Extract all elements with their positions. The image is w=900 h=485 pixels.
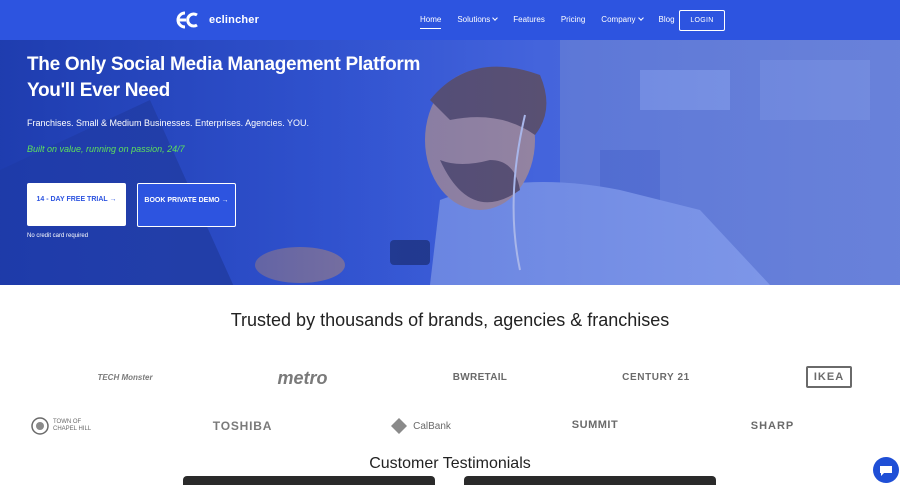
logo-summit-text: SUMMIT (571, 419, 619, 431)
calbank-mark-icon (391, 418, 408, 434)
logo-chapelhill: TOWN OF CHAPEL HILL (28, 413, 108, 439)
logo-century21-text: CENTURY 21 (622, 372, 690, 383)
book-demo-button[interactable]: BOOK PRIVATE DEMO → (137, 183, 236, 227)
hero-title: The Only Social Media Management Platfor… (27, 54, 421, 101)
testimonial-video-2[interactable] (464, 476, 716, 485)
logo-calbank-text: CalBank (413, 420, 451, 432)
eclincher-logo-icon (176, 11, 198, 29)
logo-ikea-text: IKEA (805, 366, 853, 388)
logo-ikea: IKEA (790, 363, 868, 391)
hero-section: The Only Social Media Management Platfor… (0, 40, 900, 285)
free-trial-button[interactable]: 14 - DAY FREE TRIAL → (27, 183, 126, 226)
nav-pricing[interactable]: Pricing (553, 0, 593, 40)
nav-blog[interactable]: Blog (651, 0, 683, 40)
testimonials-heading: Customer Testimonials (369, 455, 531, 472)
brand-name: eclincher (209, 14, 260, 26)
logo-toshiba: TOSHIBA (200, 415, 285, 437)
logo-metro: metro (255, 363, 350, 393)
hero-subtitle: Franchises. Small & Medium Businesses. E… (27, 118, 309, 128)
logo-bwretail-text: BWRETAIL (452, 372, 508, 383)
nav-solutions-label: Solutions (457, 15, 491, 24)
chat-button[interactable] (873, 457, 899, 483)
logo-sharp-text: SHARP (750, 420, 795, 432)
nav-home[interactable]: Home (412, 0, 449, 40)
logo-toshiba-text: TOSHIBA (212, 419, 273, 433)
logo-techmonster-text: TECH Monster (97, 373, 153, 382)
logo-century21: CENTURY 21 (612, 365, 700, 390)
nav-features[interactable]: Features (505, 0, 553, 40)
nav-company[interactable]: Company (593, 0, 650, 40)
nav-home-label: Home (420, 15, 442, 24)
trusted-heading: Trusted by thousands of brands, agencies… (230, 310, 670, 330)
chevron-down-icon (492, 15, 499, 21)
logo-summit: SUMMIT (555, 410, 635, 440)
brand-logo[interactable]: eclincher (175, 10, 259, 30)
logo-calbank: CalBank (380, 413, 460, 439)
hero-tagline: Built on value, running on passion, 24/7 (27, 144, 185, 154)
nav-blog-label: Blog (658, 15, 675, 24)
nav-solutions[interactable]: Solutions (449, 0, 505, 40)
testimonial-video-1[interactable] (183, 476, 435, 485)
chevron-down-icon (637, 15, 644, 21)
nav-pricing-label: Pricing (560, 15, 586, 24)
nav-features-label: Features (513, 15, 545, 24)
logo-bwretail: BWRETAIL (435, 365, 525, 390)
chat-icon (880, 466, 892, 476)
nav-company-label: Company (601, 15, 636, 24)
logo-techmonster: TECH Monster (85, 360, 165, 395)
login-button[interactable]: LOGIN (679, 10, 725, 31)
no-credit-card-note: No credit card required (27, 233, 89, 239)
main-menu: Home Solutions Features Pricing Company … (412, 0, 683, 40)
chapelhill-seal-icon (31, 417, 49, 435)
logo-chapelhill-text: TOWN OF CHAPEL HILL (53, 419, 92, 432)
logo-sharp: SHARP (735, 415, 810, 437)
logo-metro-text: metro (277, 367, 328, 388)
top-navbar: eclincher Home Solutions Features Pricin… (0, 0, 900, 40)
